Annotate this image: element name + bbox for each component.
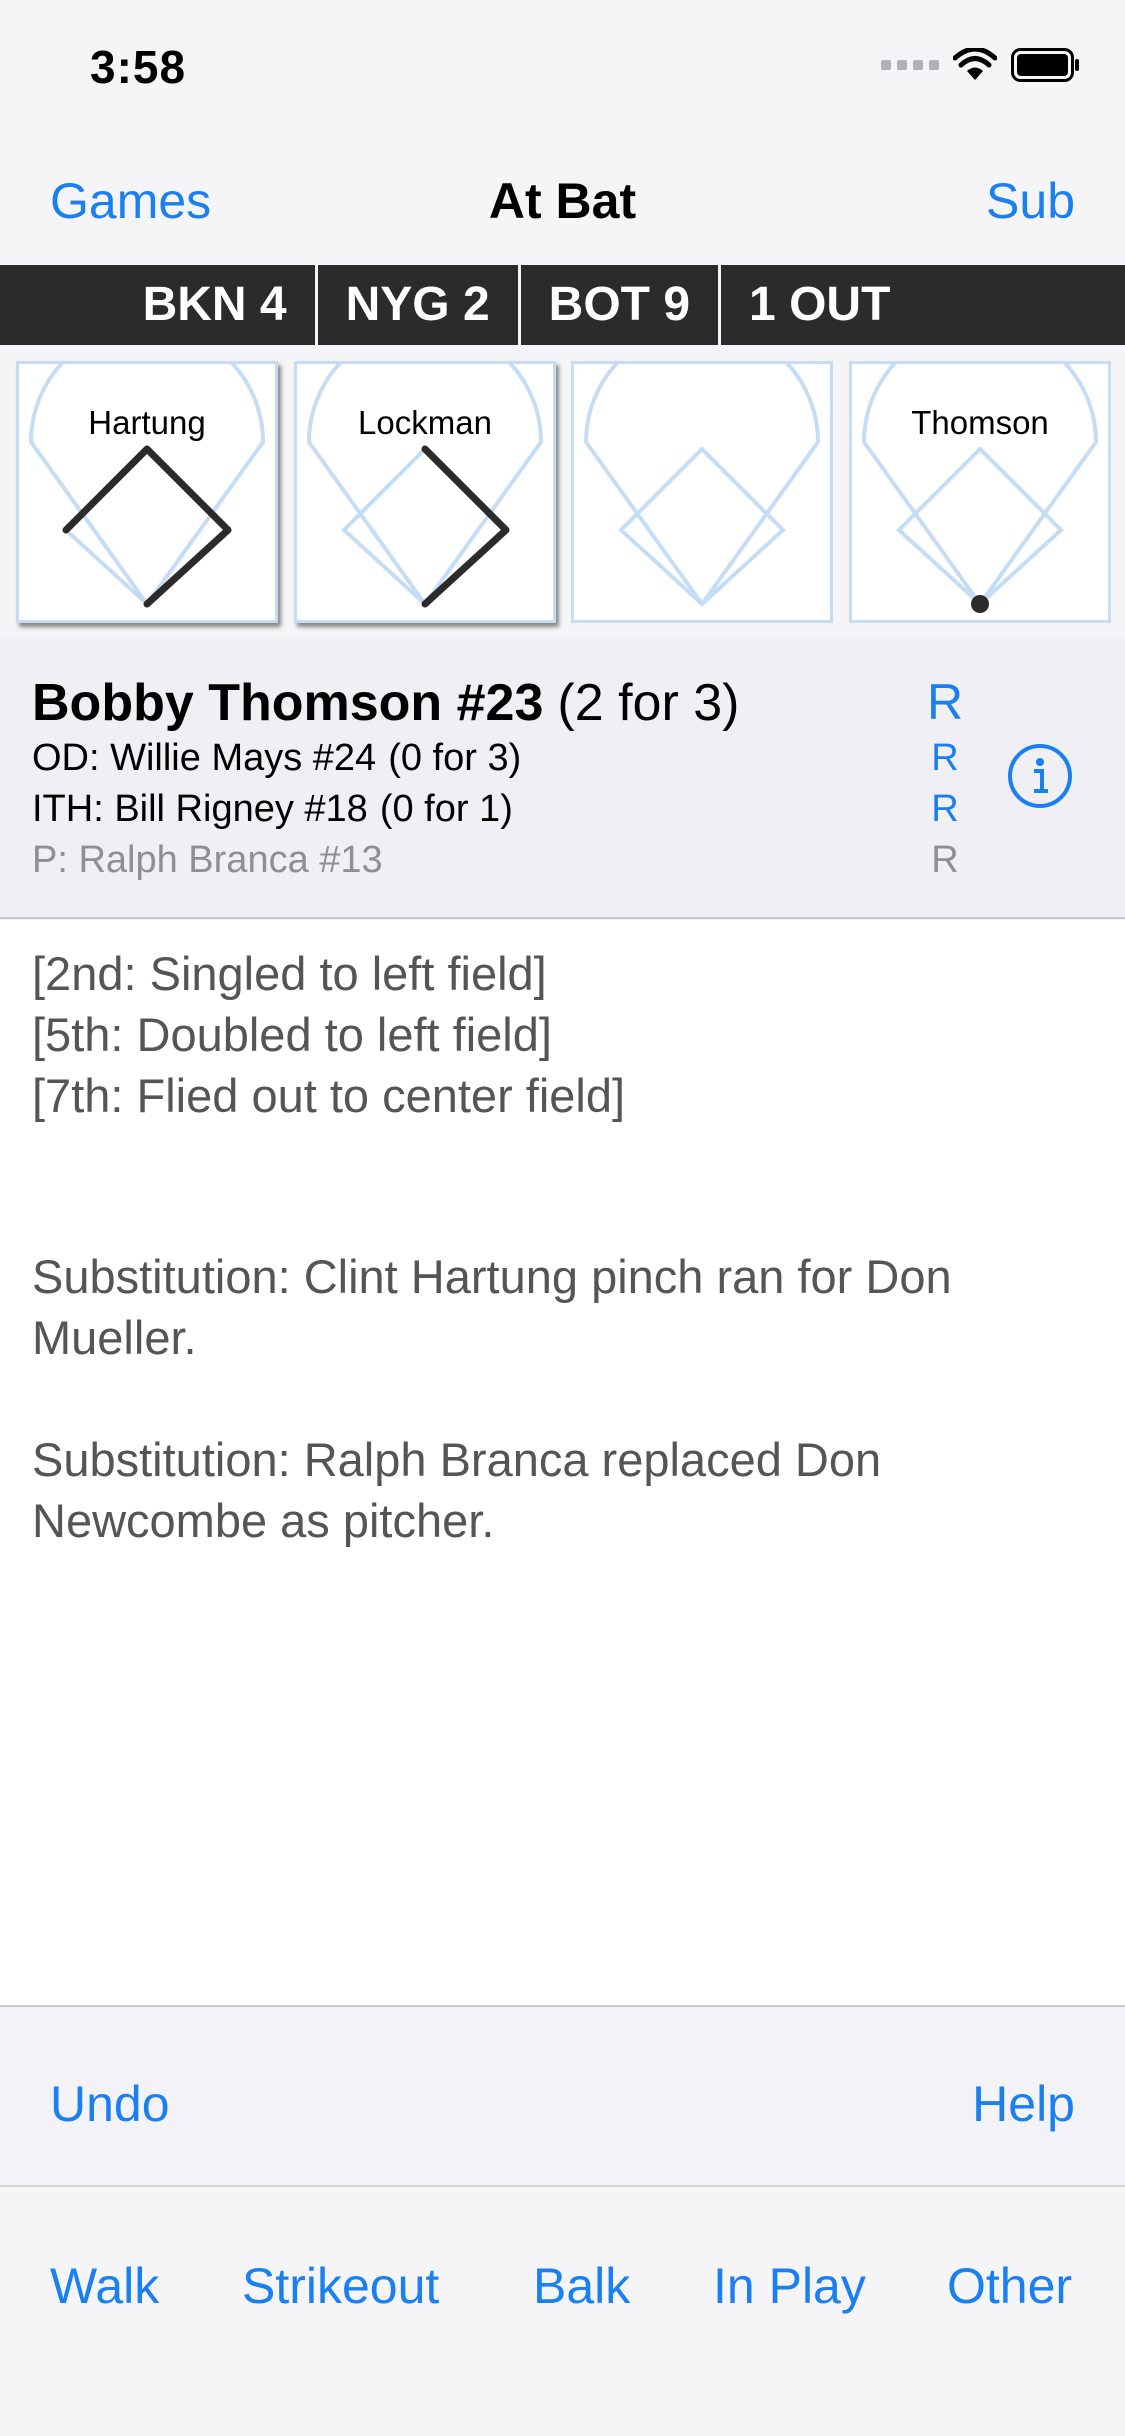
diamond-card-3[interactable] <box>571 361 833 623</box>
balk-button[interactable]: Balk <box>533 2257 630 2315</box>
help-button[interactable]: Help <box>972 2075 1075 2133</box>
walk-button[interactable]: Walk <box>50 2257 159 2315</box>
in-play-button[interactable]: In Play <box>713 2257 866 2315</box>
navigation-bar: Games At Bat Sub <box>0 140 1125 265</box>
home-score: NYG 2 <box>318 265 521 345</box>
edit-toolbar: Undo Help <box>0 2005 1125 2187</box>
diamond-card-1[interactable]: Hartung <box>16 361 278 623</box>
runner-name: Thomson <box>911 404 1049 441</box>
undo-button[interactable]: Undo <box>50 2075 170 2133</box>
field-diamond-icon <box>583 364 821 608</box>
batter-hand-toggle[interactable]: R <box>920 673 970 731</box>
scoreboard: BKN 4 NYG 2 BOT 9 1 OUT <box>0 265 1125 345</box>
log-entry: [2nd: Singled to left field] <box>32 947 547 1000</box>
pitcher-hand: R <box>931 839 959 881</box>
sub-button[interactable]: Sub <box>986 172 1075 230</box>
info-icon[interactable] <box>1006 742 1074 810</box>
on-deck-name: OD: Willie Mays #24 <box>32 737 377 779</box>
in-hole-hand-toggle[interactable]: R <box>920 788 970 831</box>
substitution-note: Substitution: Clint Hartung pinch ran fo… <box>32 1250 952 1364</box>
batter-name: Bobby Thomson #23 <box>32 674 544 732</box>
outs-indicator: 1 OUT <box>749 278 891 331</box>
status-icons <box>881 48 1081 82</box>
status-time: 3:58 <box>90 41 187 93</box>
away-score: BKN 4 <box>115 265 318 345</box>
batter-panel: Bobby Thomson #23 (2 for 3) OD: Willie Ma… <box>0 637 1125 919</box>
pitcher-name: P: Ralph Branca #13 <box>32 839 383 881</box>
runner-name: Hartung <box>88 404 206 441</box>
wifi-icon <box>953 48 997 80</box>
page-title: At Bat <box>488 173 637 229</box>
base-diamonds: Hartung Lockman Thomson <box>0 345 1125 637</box>
runner-name: Lockman <box>358 404 492 441</box>
diamond-card-2[interactable]: Lockman <box>294 361 556 623</box>
in-hole-stat: (0 for 1) <box>379 788 513 830</box>
in-the-hole-batter: ITH: Bill Rigney #18 (0 for 1) <box>32 788 513 831</box>
field-diamond-icon <box>28 364 266 608</box>
battery-icon <box>1011 48 1079 82</box>
batter-stat: (2 for 3) <box>557 674 740 732</box>
cellular-signal-icon <box>881 60 939 70</box>
on-deck-hand-toggle[interactable]: R <box>920 737 970 780</box>
action-toolbar: Walk Strikeout Balk In Play Other <box>0 2187 1125 2436</box>
diamond-card-4[interactable]: Thomson <box>849 361 1111 623</box>
field-diamond-icon <box>861 364 1099 613</box>
play-log: [2nd: Singled to left field] [5th: Doubl… <box>0 920 1125 2005</box>
log-entry: [7th: Flied out to center field] <box>32 1069 626 1122</box>
log-entry: [5th: Doubled to left field] <box>32 1008 552 1061</box>
in-hole-name: ITH: Bill Rigney #18 <box>32 788 368 830</box>
on-deck-batter: OD: Willie Mays #24 (0 for 3) <box>32 737 521 780</box>
other-button[interactable]: Other <box>947 2257 1072 2315</box>
field-diamond-icon <box>306 364 544 608</box>
substitution-note: Substitution: Ralph Branca replaced Don … <box>32 1433 882 1547</box>
on-deck-stat: (0 for 3) <box>388 737 522 779</box>
inning-indicator: BOT 9 <box>521 265 722 345</box>
strikeout-button[interactable]: Strikeout <box>242 2257 439 2315</box>
status-bar: 3:58 <box>0 0 1125 140</box>
current-batter: Bobby Thomson #23 (2 for 3) <box>32 673 739 733</box>
